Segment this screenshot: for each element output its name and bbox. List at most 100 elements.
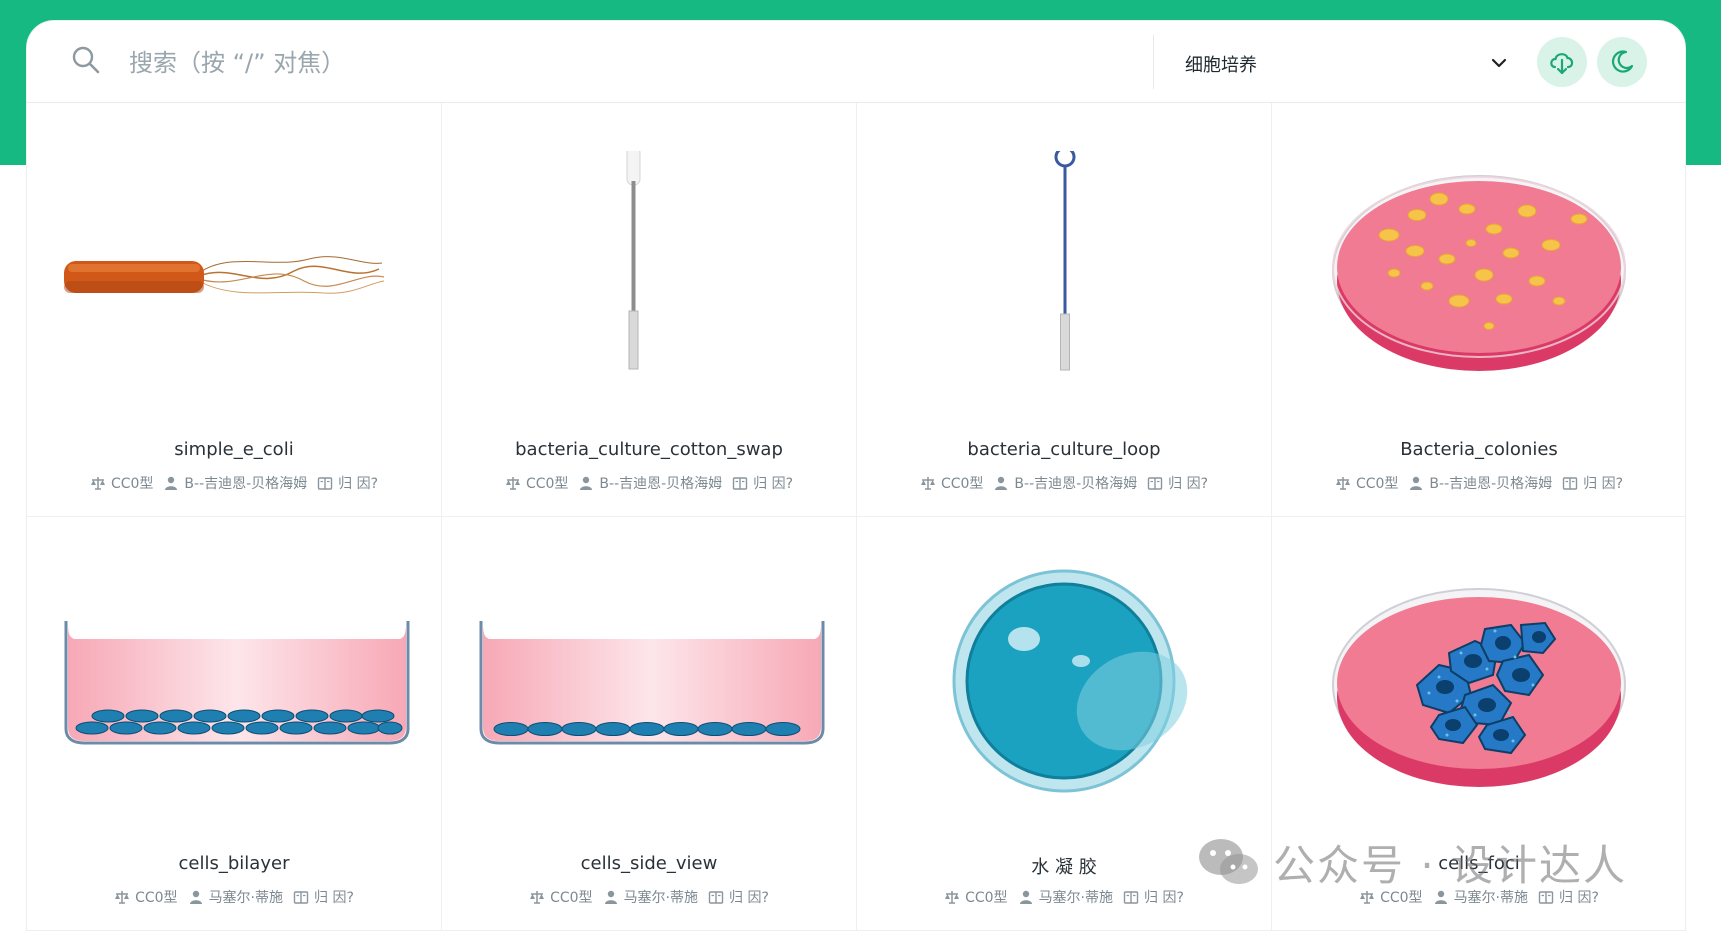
search-icon bbox=[72, 46, 100, 74]
book-icon bbox=[1562, 477, 1578, 490]
card-author: 马塞尔·蒂施 bbox=[623, 890, 699, 906]
cite-link[interactable]: 归 因? bbox=[708, 887, 769, 907]
cite-link[interactable]: 归 因? bbox=[1562, 473, 1623, 493]
card-cite: 归 因? bbox=[1144, 890, 1184, 906]
card-meta: CC0型 B--吉迪恩-贝格海姆 归 因? bbox=[442, 473, 856, 493]
card-cite: 归 因? bbox=[338, 476, 379, 492]
person-icon bbox=[1434, 890, 1447, 904]
main-panel: 细胞培养 bbox=[26, 20, 1686, 931]
card-author: 马塞尔·蒂施 bbox=[1038, 890, 1114, 906]
cloud-download-icon bbox=[1550, 53, 1574, 75]
card-title: bacteria_culture_cotton_swap bbox=[515, 439, 783, 460]
hydrogel-illustration bbox=[952, 569, 1188, 793]
download-button[interactable] bbox=[1537, 37, 1587, 87]
card-title: cells_foci bbox=[1438, 853, 1520, 874]
card-title: cells_bilayer bbox=[178, 853, 290, 874]
card-license: CC0型 bbox=[525, 476, 569, 492]
book-icon bbox=[1538, 891, 1554, 904]
scale-icon bbox=[530, 891, 545, 904]
scale-icon bbox=[920, 477, 935, 490]
asset-card[interactable]: simple_e_coli CC0型 B--吉迪恩-贝格海姆 归 因? bbox=[27, 103, 442, 517]
card-meta: CC0型 B--吉迪恩-贝格海姆 归 因? bbox=[27, 473, 441, 493]
search-input[interactable] bbox=[127, 39, 1031, 87]
person-icon bbox=[189, 890, 202, 904]
card-license: CC0型 bbox=[1380, 890, 1423, 906]
scale-icon bbox=[945, 891, 960, 904]
card-cite: 归 因? bbox=[1559, 890, 1599, 906]
book-icon bbox=[1123, 891, 1139, 904]
asset-card[interactable]: Bacteria_colonies CC0型 B--吉迪恩-贝格海姆 归 因? bbox=[1272, 103, 1685, 517]
card-title: cells_side_view bbox=[580, 853, 718, 874]
cite-link[interactable]: 归 因? bbox=[1147, 473, 1208, 493]
card-cite: 归 因? bbox=[729, 890, 769, 906]
inoculation-loop-illustration bbox=[1054, 151, 1076, 371]
card-author: B--吉迪恩-贝格海姆 bbox=[1014, 476, 1138, 492]
cite-link[interactable]: 归 因? bbox=[732, 473, 793, 493]
book-icon bbox=[293, 891, 309, 904]
cells-foci-illustration bbox=[1332, 588, 1626, 787]
person-icon bbox=[604, 890, 617, 904]
card-meta: CC0型 B--吉迪恩-贝格海姆 归 因? bbox=[1272, 473, 1685, 493]
cite-link[interactable]: 归 因? bbox=[1538, 887, 1599, 907]
card-cite: 归 因? bbox=[1583, 476, 1624, 492]
asset-card[interactable]: bacteria_culture_cotton_swap CC0型 B--吉迪恩… bbox=[442, 103, 857, 517]
scale-icon bbox=[90, 477, 105, 490]
card-meta: CC0型 B--吉迪恩-贝格海姆 归 因? bbox=[857, 473, 1271, 493]
scale-icon bbox=[1360, 891, 1375, 904]
card-cite: 归 因? bbox=[753, 476, 794, 492]
asset-card[interactable]: cells_foci CC0型 马塞尔·蒂施 归 因? bbox=[1272, 517, 1685, 931]
card-author: B--吉迪恩-贝格海姆 bbox=[184, 476, 308, 492]
card-cite: 归 因? bbox=[314, 890, 354, 906]
book-icon bbox=[732, 477, 748, 490]
asset-card[interactable]: bacteria_culture_loop CC0型 B--吉迪恩-贝格海姆 归… bbox=[857, 103, 1272, 517]
moon-icon bbox=[1611, 50, 1634, 73]
person-icon bbox=[1019, 890, 1032, 904]
card-title: 水 凝 胶 bbox=[1031, 857, 1097, 878]
card-license: CC0型 bbox=[965, 890, 1008, 906]
card-author: 马塞尔·蒂施 bbox=[1453, 890, 1529, 906]
petri-dish-colonies-illustration bbox=[1332, 175, 1626, 371]
card-meta: CC0型 马塞尔·蒂施 归 因? bbox=[442, 887, 856, 907]
asset-card[interactable]: 水 凝 胶 CC0型 马塞尔·蒂施 归 因? bbox=[857, 517, 1272, 931]
scale-icon bbox=[505, 477, 520, 490]
card-author: B--吉迪恩-贝格海姆 bbox=[1429, 476, 1553, 492]
card-title: simple_e_coli bbox=[174, 439, 294, 460]
book-icon bbox=[708, 891, 724, 904]
chevron-down-icon bbox=[1491, 58, 1507, 68]
scale-icon bbox=[1335, 477, 1350, 490]
book-icon bbox=[317, 477, 333, 490]
card-cite: 归 因? bbox=[1168, 476, 1209, 492]
card-title: bacteria_culture_loop bbox=[967, 439, 1161, 460]
card-license: CC0型 bbox=[550, 890, 593, 906]
card-license: CC0型 bbox=[940, 476, 984, 492]
cells-side-view-illustration bbox=[479, 621, 825, 745]
card-meta: CC0型 马塞尔·蒂施 归 因? bbox=[1272, 887, 1685, 907]
person-icon bbox=[995, 476, 1008, 490]
asset-grid: simple_e_coli CC0型 B--吉迪恩-贝格海姆 归 因? bact… bbox=[27, 103, 1685, 931]
cotton-swab-illustration bbox=[626, 151, 641, 370]
cite-link[interactable]: 归 因? bbox=[317, 473, 378, 493]
card-license: CC0型 bbox=[1355, 476, 1399, 492]
cite-link[interactable]: 归 因? bbox=[1123, 887, 1184, 907]
card-author: 马塞尔·蒂施 bbox=[208, 890, 284, 906]
card-meta: CC0型 马塞尔·蒂施 归 因? bbox=[27, 887, 441, 907]
toolbar: 细胞培养 bbox=[27, 21, 1685, 103]
category-select[interactable]: 细胞培养 bbox=[1177, 41, 1517, 83]
asset-card[interactable]: cells_bilayer CC0型 马塞尔·蒂施 归 因? bbox=[27, 517, 442, 931]
e-coli-illustration bbox=[64, 256, 385, 294]
card-meta: CC0型 马塞尔·蒂施 归 因? bbox=[857, 887, 1271, 907]
book-icon bbox=[1147, 477, 1163, 490]
person-icon bbox=[1410, 476, 1423, 490]
person-icon bbox=[165, 476, 178, 490]
card-title: Bacteria_colonies bbox=[1400, 439, 1558, 460]
card-license: CC0型 bbox=[110, 476, 154, 492]
card-license: CC0型 bbox=[135, 890, 178, 906]
theme-toggle-button[interactable] bbox=[1597, 37, 1647, 87]
cite-link[interactable]: 归 因? bbox=[293, 887, 354, 907]
toolbar-divider bbox=[1153, 35, 1154, 89]
person-icon bbox=[580, 476, 593, 490]
scale-icon bbox=[115, 891, 130, 904]
asset-card[interactable]: cells_side_view CC0型 马塞尔·蒂施 归 因? bbox=[442, 517, 857, 931]
category-selected-label: 细胞培养 bbox=[1185, 55, 1257, 76]
card-author: B--吉迪恩-贝格海姆 bbox=[599, 476, 723, 492]
